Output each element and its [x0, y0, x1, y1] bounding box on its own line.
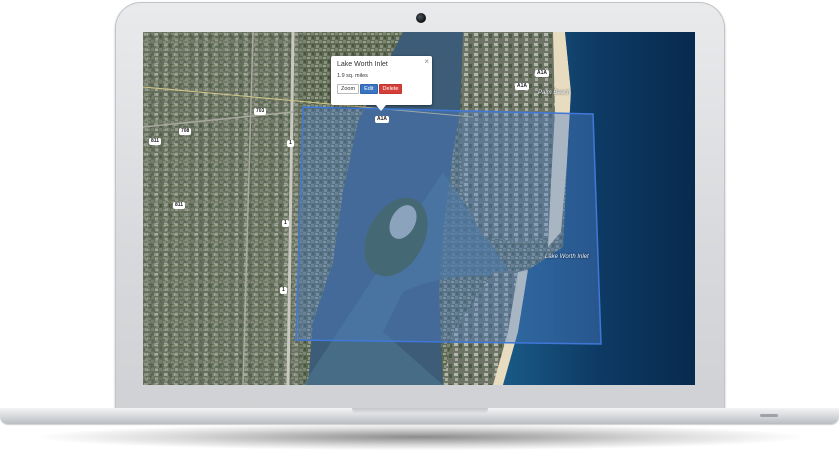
road-shield: 1	[287, 140, 294, 147]
road-shield: A1A	[375, 116, 390, 123]
road-shield: 703	[254, 108, 267, 115]
road-shield: 811	[149, 138, 162, 145]
popup-actions: Zoom Edit Delete	[337, 84, 426, 94]
town-label: Palm Beach	[538, 90, 571, 96]
popup-area-value: 1.9 sq. miles	[337, 73, 368, 79]
popup-title: Lake Worth Inlet	[337, 61, 388, 68]
road-shield: 1	[282, 220, 289, 227]
edit-button[interactable]: Edit	[360, 84, 378, 94]
road-shield: 708	[179, 128, 192, 135]
area-info-popup: × Lake Worth Inlet 1.9 sq. miles Zoom Ed…	[331, 56, 432, 105]
road-shield: A1A	[515, 83, 530, 90]
map-screen[interactable]: A1A A1A A1A 1 1 1 811 811 703 708 Lake W…	[143, 32, 695, 385]
popup-pointer	[376, 105, 386, 111]
water-label: Lake Worth Inlet	[545, 254, 589, 260]
laptop-shadow	[40, 424, 800, 450]
road-shield: 1	[280, 287, 287, 294]
camera-icon	[416, 13, 426, 23]
road-shield: A1A	[535, 70, 550, 77]
zoom-button[interactable]: Zoom	[337, 84, 360, 94]
status-light	[760, 414, 778, 417]
laptop-notch	[352, 408, 488, 414]
close-icon[interactable]: ×	[424, 57, 429, 66]
road-shield: 811	[173, 202, 186, 209]
delete-button[interactable]: Delete	[378, 84, 403, 94]
